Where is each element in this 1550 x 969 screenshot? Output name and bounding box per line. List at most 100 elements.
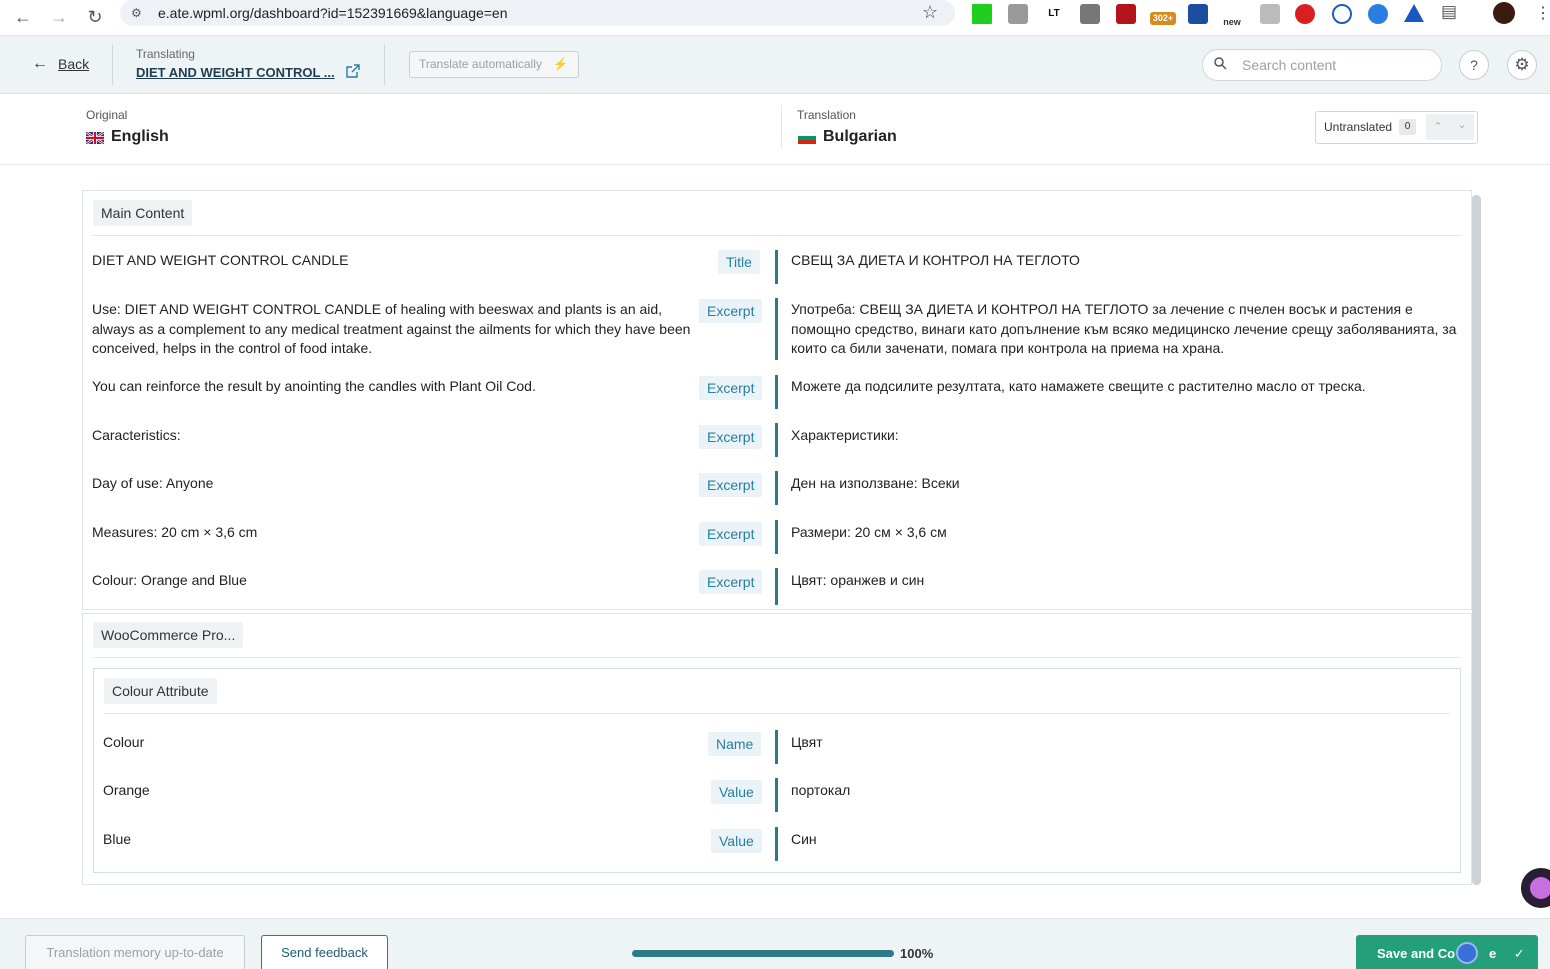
segment-separator (775, 568, 778, 605)
lt-extension-icon[interactable]: LT (1044, 4, 1064, 24)
translate-automatically-label: Translate automatically (419, 57, 542, 71)
segment-separator (775, 471, 778, 505)
segment-type-tag: Excerpt (699, 570, 763, 594)
external-link-icon[interactable] (346, 64, 360, 83)
arrow-left-icon: ← (32, 55, 48, 72)
translation-segment[interactable]: Цвят (791, 733, 1441, 753)
segment-separator (775, 250, 778, 284)
star-icon[interactable]: ☆ (922, 2, 938, 23)
translation-memory-button[interactable]: Translation memory up-to-date (25, 935, 245, 969)
source-segment: Colour: Orange and Blue (92, 572, 247, 588)
segment-separator (775, 827, 778, 861)
segment-separator (775, 520, 778, 554)
source-segment: You can reinforce the result by anointin… (92, 378, 536, 394)
reload-icon[interactable]: ↻ (82, 4, 108, 30)
url-text: e.ate.wpml.org/dashboard?id=152391669&la… (158, 5, 508, 21)
save-and-complete-button[interactable]: Save and Co e ✓ (1356, 935, 1538, 969)
translation-segment[interactable]: портокал (791, 781, 1441, 801)
help-icon[interactable]: ? (1459, 50, 1489, 80)
source-segment: Caracteristics: (92, 427, 181, 443)
document-title-link[interactable]: DIET AND WEIGHT CONTROL ... (136, 65, 336, 80)
segment-type-tag: Excerpt (699, 376, 763, 400)
site-info-icon[interactable]: ⚙ (131, 6, 142, 20)
c-extension-icon[interactable] (1332, 4, 1352, 24)
segment-separator (775, 375, 778, 409)
segment-separator (775, 730, 778, 764)
counter-extension-badge[interactable]: 302+ (1150, 12, 1176, 25)
translation-segment[interactable]: Характеристики: (791, 426, 1461, 446)
send-feedback-button[interactable]: Send feedback (261, 935, 388, 969)
segment-type-tag: Excerpt (699, 299, 763, 323)
assistant-overlay-icon[interactable] (1456, 942, 1478, 964)
lightning-icon: ⚡ (553, 57, 568, 71)
translation-segment[interactable]: Цвят: оранжев и син (791, 571, 1461, 591)
segment-type-tag: Excerpt (699, 473, 763, 497)
check-icon: ✓ (1513, 946, 1525, 961)
segment-type-tag: Title (718, 250, 760, 274)
source-segment: Orange (103, 782, 150, 798)
untranslated-label: Untranslated (1324, 120, 1393, 134)
arrow-left-icon[interactable]: ← (10, 4, 36, 30)
puzzle-icon[interactable]: ▤ (1441, 2, 1457, 22)
segment-separator (775, 298, 778, 360)
source-segment: Day of use: Anyone (92, 475, 214, 491)
divider (781, 105, 782, 149)
translation-segment[interactable]: Употреба: СВЕЩ ЗА ДИЕТА И КОНТРОЛ НА ТЕГ… (791, 300, 1461, 359)
back-link[interactable]: Back (58, 56, 89, 72)
divider (93, 657, 1461, 658)
divider (93, 235, 1461, 236)
translation-segment[interactable]: Размери: 20 см × 3,6 см (791, 523, 1461, 543)
progress-bar (632, 950, 894, 957)
triangle-extension-icon[interactable] (1404, 4, 1424, 22)
segment-separator (775, 778, 778, 812)
gear-icon[interactable]: ⚙ (1507, 50, 1537, 80)
source-segment: Measures: 20 cm × 3,6 cm (92, 524, 258, 540)
divider (384, 45, 385, 85)
translation-label: Translation (797, 108, 856, 122)
search-placeholder: Search content (1242, 57, 1337, 73)
divider (104, 713, 1450, 714)
source-segment: Colour (103, 734, 145, 750)
untranslated-count-badge: 0 (1399, 119, 1416, 135)
kebab-menu-icon[interactable]: ⋮ (1535, 3, 1550, 23)
printer-extension-icon[interactable] (1008, 4, 1028, 24)
original-language: English (111, 128, 169, 145)
divider (112, 45, 113, 85)
translation-segment[interactable]: СВЕЩ ЗА ДИЕТА И КОНТРОЛ НА ТЕГЛОТО (791, 251, 1461, 271)
save-label: Save and Co (1377, 946, 1456, 961)
source-segment: Blue (103, 831, 132, 847)
chevron-up-icon[interactable]: ⌃ (1426, 114, 1450, 140)
assistant-bubble-icon[interactable] (1521, 868, 1550, 908)
segment-type-tag: Value (711, 780, 762, 804)
uk-flag-icon (85, 131, 105, 145)
translation-segment[interactable]: Ден на използване: Всеки (791, 474, 1461, 494)
segment-type-tag: Name (708, 732, 762, 756)
search-icon (1214, 57, 1227, 75)
source-segment: Use: DIET AND WEIGHT CONTROL CANDLE of h… (92, 301, 691, 356)
section-chip: WooCommerce Pro... (93, 622, 244, 648)
green-extension-icon[interactable] (972, 4, 992, 24)
check-extension-icon[interactable] (1188, 4, 1208, 24)
segment-type-tag: Excerpt (699, 425, 763, 449)
copy-extension-icon[interactable] (1080, 4, 1100, 24)
tag-extension-icon[interactable] (1368, 4, 1388, 24)
translation-segment[interactable]: Можете да подсилите резултата, като нама… (791, 377, 1461, 397)
translation-segment[interactable]: Син (791, 830, 1441, 850)
s-extension-icon[interactable] (1116, 4, 1136, 24)
section-chip: Main Content (93, 200, 193, 226)
original-label: Original (86, 108, 128, 122)
arrow-right-icon[interactable]: → (46, 4, 72, 30)
seo-extension-icon[interactable] (1295, 4, 1315, 24)
segment-type-tag: Value (711, 829, 762, 853)
progress-label: 100% (900, 946, 934, 961)
segment-separator (775, 423, 778, 457)
chevron-down-icon[interactable]: ⌄ (1450, 114, 1474, 140)
new-extension-badge[interactable]: new (1222, 12, 1242, 32)
avatar[interactable] (1493, 2, 1515, 24)
scrollbar[interactable] (1472, 195, 1481, 885)
translation-language: Bulgarian (823, 128, 897, 145)
save-label-tail: e (1489, 946, 1497, 961)
source-segment: DIET AND WEIGHT CONTROL CANDLE (92, 252, 349, 268)
code-extension-icon[interactable] (1260, 4, 1280, 24)
translate-automatically-button[interactable]: Translate automatically ⚡ (409, 51, 579, 78)
